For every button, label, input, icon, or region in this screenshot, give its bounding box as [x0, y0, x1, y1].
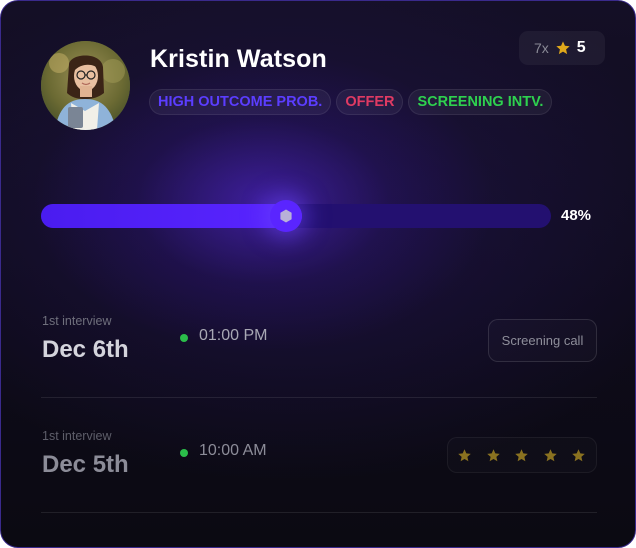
divider: [41, 397, 597, 398]
star-icon[interactable]: [457, 448, 472, 463]
progress-percent: 48%: [561, 207, 592, 224]
status-dot: [180, 449, 188, 457]
rating-score: 5: [576, 39, 586, 56]
candidate-name: Kristin Watson: [150, 45, 327, 73]
avatar-photo: [41, 41, 130, 130]
tag-screening[interactable]: SCREENING INTV.: [408, 89, 553, 115]
interview-row[interactable]: 1st interview Dec 5th 10:00 AM: [41, 429, 597, 521]
interview-row[interactable]: 1st interview Dec 6th 01:00 PM Screening…: [41, 314, 597, 406]
star-icon[interactable]: [486, 448, 501, 463]
interview-label: 1st interview: [42, 429, 112, 443]
divider: [41, 512, 597, 513]
interview-date: Dec 5th: [42, 451, 129, 478]
progress-handle[interactable]: [270, 200, 302, 232]
screening-call-button[interactable]: Screening call: [488, 319, 597, 362]
progress-track[interactable]: [41, 200, 551, 232]
star-icon[interactable]: [543, 448, 558, 463]
progress-fill: [41, 204, 302, 228]
rating-multiplier: 7x: [534, 40, 549, 56]
avatar[interactable]: [41, 41, 130, 130]
tag-high-outcome[interactable]: HIGH OUTCOME PROB.: [149, 89, 332, 115]
hexagon-icon: [280, 209, 292, 223]
interview-time: 10:00 AM: [199, 442, 267, 459]
star-icon[interactable]: [571, 448, 586, 463]
status-dot: [180, 334, 188, 342]
candidate-card: Kristin Watson HIGH OUTCOME PROB. OFFER …: [0, 0, 636, 548]
interview-label: 1st interview: [42, 314, 112, 328]
interview-date: Dec 6th: [42, 336, 129, 363]
star-rating[interactable]: [447, 437, 597, 473]
star-icon: [555, 40, 571, 56]
rating-badge[interactable]: 7x 5: [519, 31, 605, 65]
tag-list: HIGH OUTCOME PROB. OFFER SCREENING INTV.: [149, 89, 553, 115]
tag-offer[interactable]: OFFER: [336, 89, 404, 115]
star-icon[interactable]: [514, 448, 529, 463]
interview-time: 01:00 PM: [199, 327, 268, 344]
